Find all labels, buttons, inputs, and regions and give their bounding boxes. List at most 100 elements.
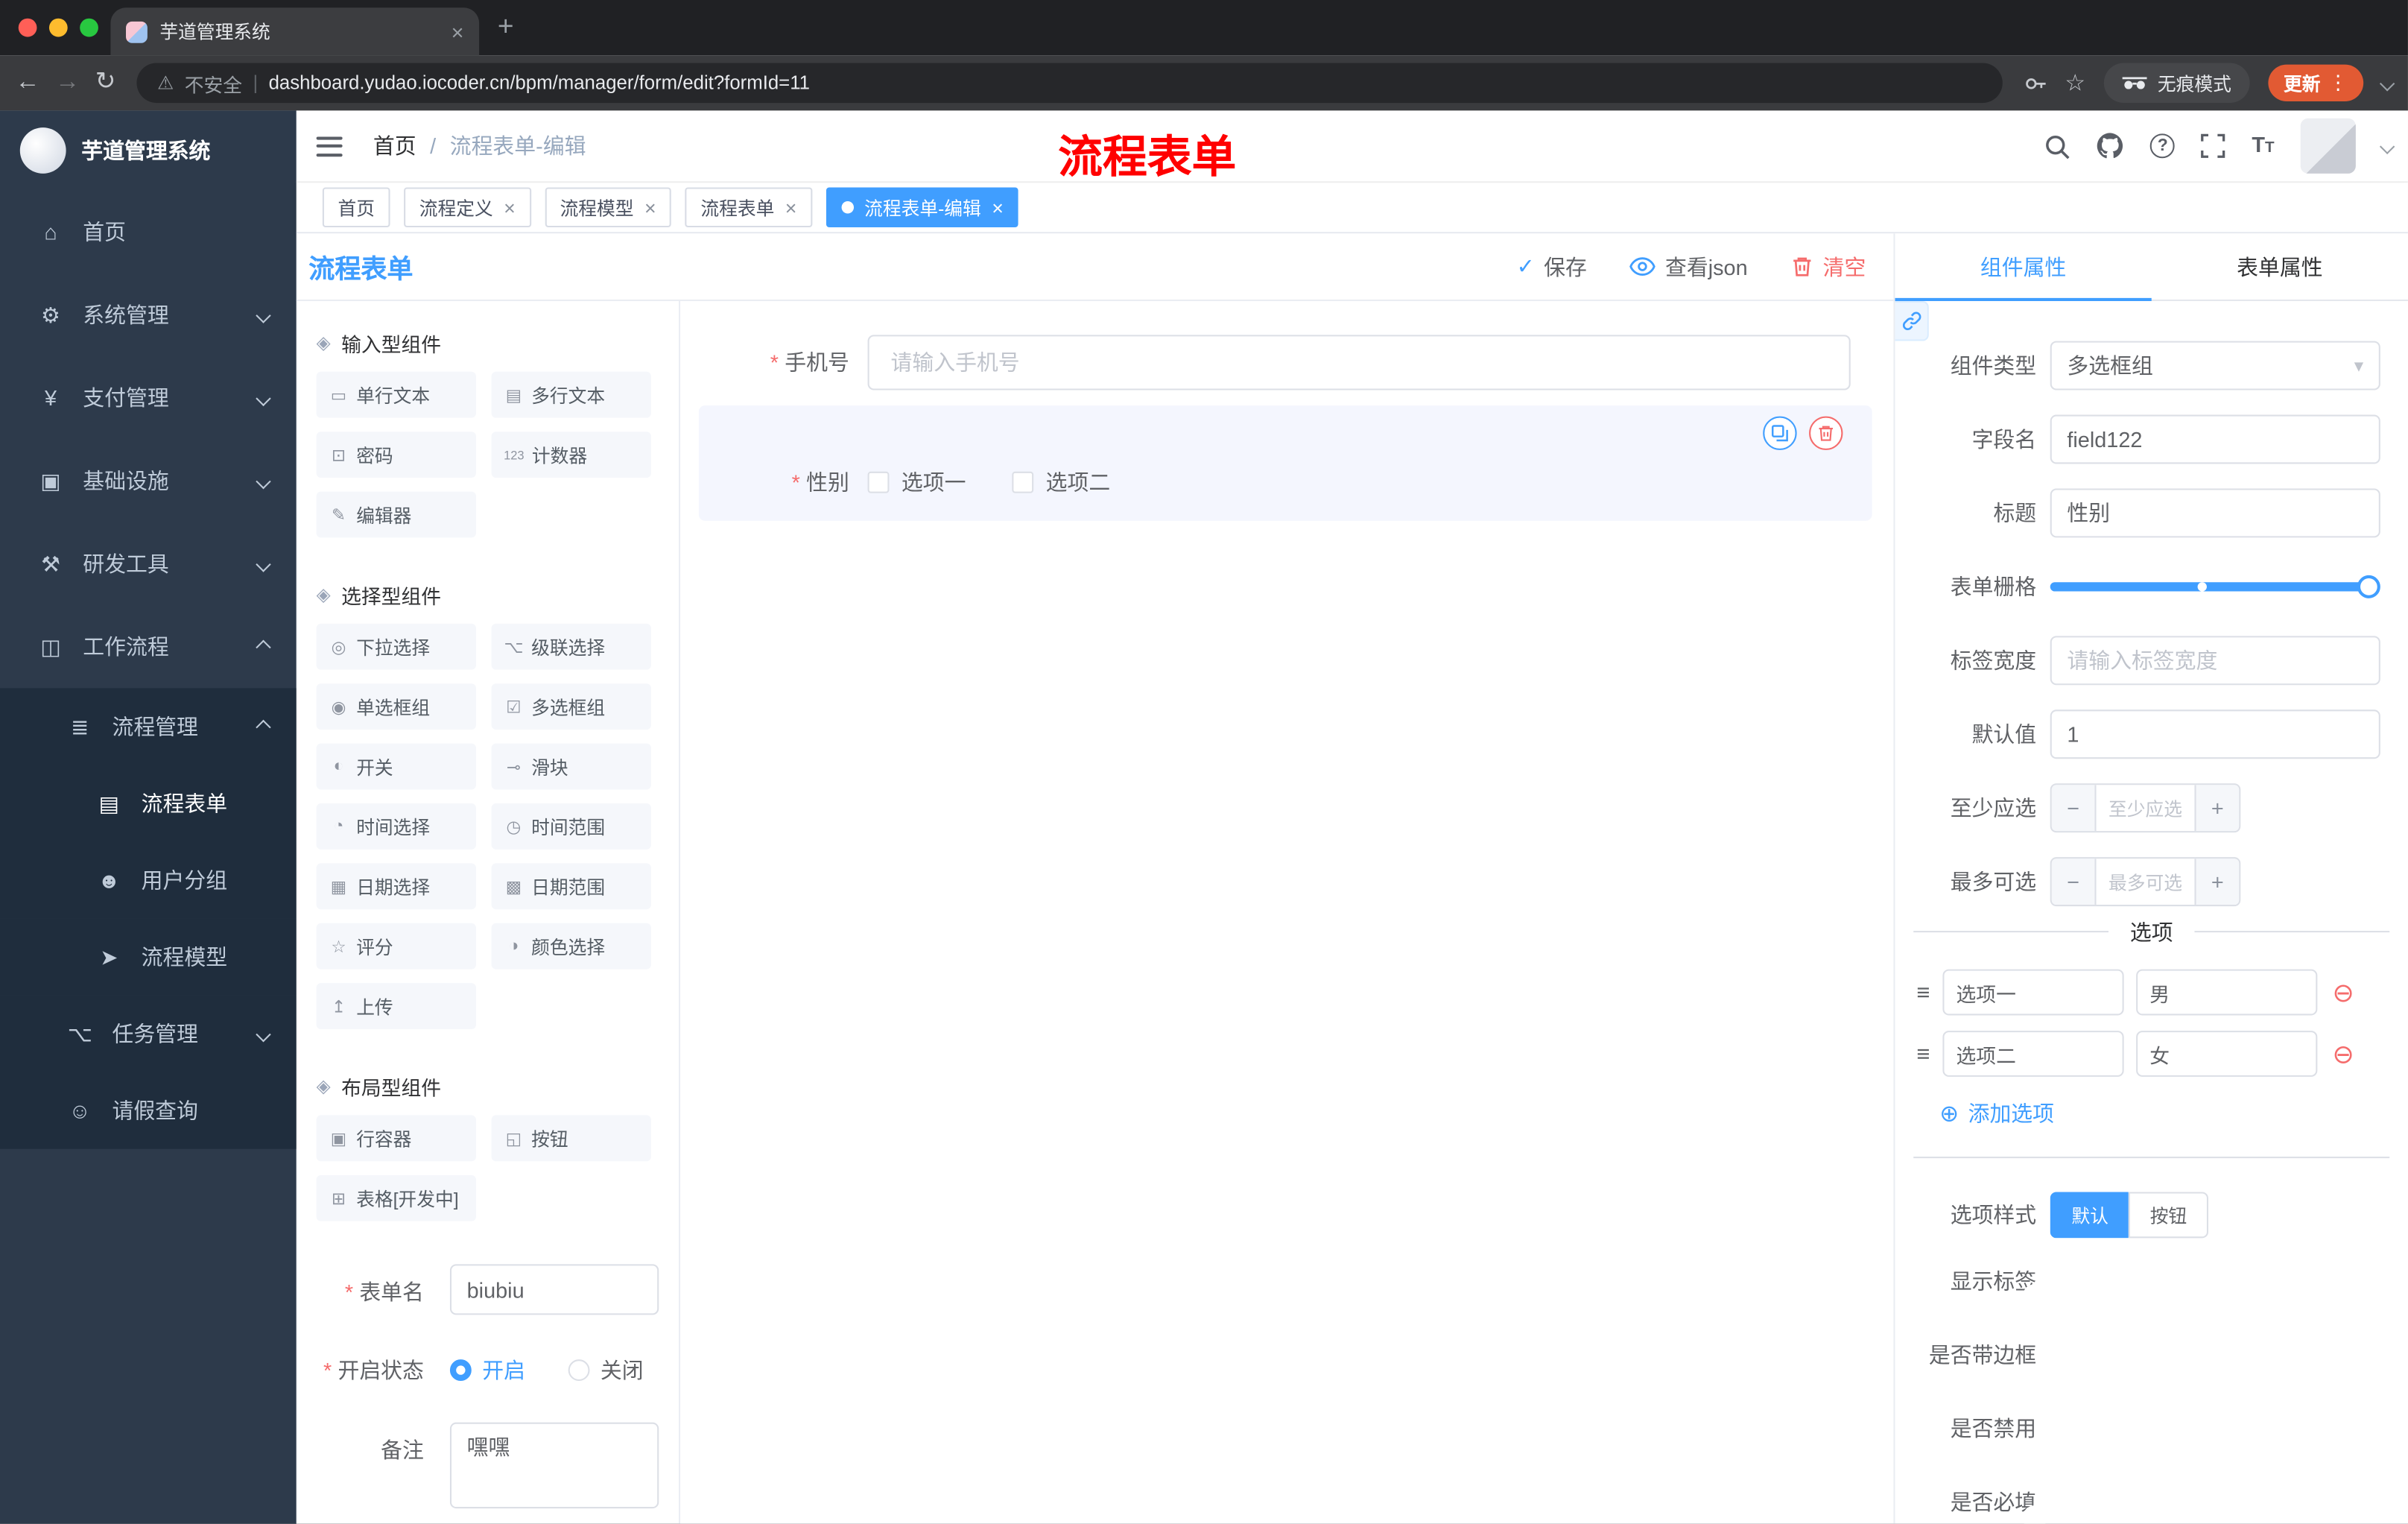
tag-home[interactable]: 首页: [322, 187, 390, 228]
sidebar-item-user-group[interactable]: ☻ 用户分组: [0, 841, 297, 919]
status-off-radio[interactable]: 关闭: [568, 1355, 644, 1385]
phone-field-input[interactable]: [867, 335, 1851, 391]
palette-item-rate[interactable]: ☆ 评分: [316, 923, 476, 970]
update-browser-button[interactable]: 更新 ⋮: [2268, 64, 2364, 102]
slider-track[interactable]: [2050, 575, 2380, 598]
forward-icon[interactable]: →: [55, 70, 80, 95]
sidebar-item-system-management[interactable]: ⚙ 系统管理: [0, 274, 297, 356]
profile-caret-icon[interactable]: [2379, 75, 2395, 91]
tag-process-form-edit[interactable]: 流程表单-编辑 ×: [826, 187, 1019, 228]
default-value-input[interactable]: [2050, 709, 2380, 759]
palette-item-slider[interactable]: ⊸ 滑块: [491, 743, 651, 790]
sidebar-item-leave-query[interactable]: ☺ 请假查询: [0, 1072, 297, 1149]
browser-menu-icon[interactable]: ⋮: [2328, 71, 2348, 95]
title-input[interactable]: [2050, 488, 2380, 538]
palette-item-counter[interactable]: 123 计数器: [491, 431, 651, 478]
user-avatar[interactable]: [2300, 118, 2356, 174]
reload-icon[interactable]: ↻: [95, 70, 116, 95]
style-button-button[interactable]: 按钮: [2128, 1192, 2209, 1239]
form-name-input[interactable]: [449, 1264, 659, 1315]
fullscreen-icon[interactable]: [2201, 133, 2225, 158]
option-label-input[interactable]: [1942, 969, 2124, 1016]
drag-handle-icon[interactable]: ≡: [1916, 1040, 1930, 1066]
palette-item-cascader[interactable]: ⌥ 级联选择: [491, 623, 651, 670]
min-select-value[interactable]: 至少应选: [2097, 785, 2195, 831]
new-tab-button[interactable]: +: [498, 12, 514, 39]
form-remark-textarea[interactable]: 嘿嘿: [449, 1422, 659, 1509]
palette-item-dropdown[interactable]: ◎ 下拉选择: [316, 623, 476, 670]
sidebar-item-task-management[interactable]: ⌥ 任务管理: [0, 995, 297, 1072]
palette-item-upload[interactable]: ↥ 上传: [316, 983, 476, 1030]
option-label-input[interactable]: [1942, 1031, 2124, 1077]
decrease-button[interactable]: −: [2051, 859, 2097, 905]
remove-option-icon[interactable]: ⊖: [2332, 1040, 2354, 1066]
tag-process-model[interactable]: 流程模型 ×: [544, 187, 672, 228]
sidebar-item-dev-tools[interactable]: ⚒ 研发工具: [0, 522, 297, 605]
label-width-input[interactable]: [2050, 636, 2380, 686]
form-grid-slider[interactable]: [2050, 562, 2380, 611]
help-icon[interactable]: ?: [2150, 133, 2176, 159]
sidebar-item-home[interactable]: ⌂ 首页: [0, 191, 297, 274]
sidebar-item-payment-management[interactable]: ¥ 支付管理: [0, 356, 297, 439]
palette-item-time-picker[interactable]: ◔ 时间选择: [316, 803, 476, 850]
gender-option-1[interactable]: 选项一: [867, 467, 966, 498]
tab-close-icon[interactable]: ×: [452, 19, 464, 44]
increase-button[interactable]: +: [2194, 785, 2240, 832]
palette-item-date-picker[interactable]: ▦ 日期选择: [316, 863, 476, 910]
window-close-button[interactable]: [18, 18, 37, 37]
palette-item-row-container[interactable]: ▣ 行容器: [316, 1115, 476, 1162]
palette-item-color-picker[interactable]: ◑ 颜色选择: [491, 923, 651, 970]
tag-process-form[interactable]: 流程表单 ×: [685, 187, 813, 228]
tag-close-icon[interactable]: ×: [992, 196, 1004, 219]
sidebar-item-workflow[interactable]: ◫ 工作流程: [0, 605, 297, 688]
increase-button[interactable]: +: [2194, 859, 2240, 905]
delete-field-button[interactable]: [1809, 416, 1843, 450]
gender-option-2[interactable]: 选项二: [1012, 467, 1110, 498]
palette-item-checkbox-group[interactable]: ☑ 多选框组: [491, 683, 651, 730]
component-type-select[interactable]: 多选框组 ▾: [2050, 341, 2380, 391]
palette-item-switch[interactable]: ◐ 开关: [316, 743, 476, 790]
browser-tab[interactable]: 芋道管理系统 ×: [110, 7, 480, 56]
add-option-button[interactable]: ⊕ 添加选项: [1939, 1098, 2408, 1129]
breadcrumb-home[interactable]: 首页: [373, 130, 416, 161]
tag-process-definition[interactable]: 流程定义 ×: [404, 187, 531, 228]
palette-item-table[interactable]: ⊞ 表格[开发中]: [316, 1174, 476, 1221]
clear-button[interactable]: 清空: [1790, 251, 1866, 282]
palette-item-radio-group[interactable]: ◉ 单选框组: [316, 683, 476, 730]
tag-close-icon[interactable]: ×: [785, 196, 797, 219]
view-json-button[interactable]: 查看json: [1629, 251, 1748, 282]
form-canvas[interactable]: 手机号: [680, 300, 1894, 1524]
canvas-field-phone[interactable]: 手机号: [699, 320, 1872, 405]
address-bar[interactable]: ⚠ 不安全 | dashboard.yudao.iocoder.cn/bpm/m…: [137, 63, 2002, 104]
window-minimize-button[interactable]: [48, 18, 68, 37]
font-size-icon[interactable]: TT: [2252, 132, 2274, 159]
tag-close-icon[interactable]: ×: [644, 196, 656, 219]
back-icon[interactable]: ←: [16, 70, 40, 95]
copy-field-button[interactable]: [1763, 416, 1797, 450]
status-on-radio[interactable]: 开启: [449, 1355, 525, 1385]
checkbox-icon[interactable]: [867, 471, 890, 493]
slider-handle[interactable]: [2357, 575, 2380, 598]
option-value-input[interactable]: [2135, 1031, 2317, 1077]
link-chip-button[interactable]: [1895, 300, 1929, 341]
drag-handle-icon[interactable]: ≡: [1916, 979, 1930, 1005]
sidebar-item-process-form[interactable]: ▤ 流程表单: [0, 765, 297, 842]
tab-form-properties[interactable]: 表单属性: [2152, 233, 2408, 300]
github-icon[interactable]: [2097, 132, 2124, 159]
save-button[interactable]: ✓ 保存: [1517, 251, 1587, 282]
window-zoom-button[interactable]: [80, 18, 98, 37]
palette-item-date-range[interactable]: ▩ 日期范围: [491, 863, 651, 910]
decrease-button[interactable]: −: [2051, 785, 2097, 832]
bookmark-star-icon[interactable]: ☆: [2065, 69, 2085, 97]
option-value-input[interactable]: [2135, 969, 2317, 1016]
password-key-icon[interactable]: [2024, 72, 2047, 95]
sidebar-item-process-model[interactable]: ➤ 流程模型: [0, 918, 297, 996]
canvas-field-gender-selected[interactable]: 性别 选项一 选项二: [698, 405, 1872, 521]
style-default-button[interactable]: 默认: [2050, 1192, 2129, 1239]
remove-option-icon[interactable]: ⊖: [2332, 979, 2354, 1005]
palette-item-single-line-text[interactable]: ▭ 单行文本: [316, 371, 476, 418]
field-name-input[interactable]: [2050, 414, 2380, 464]
max-select-value[interactable]: 最多可选: [2097, 859, 2195, 905]
sidebar-item-process-management[interactable]: ≣ 流程管理: [0, 688, 297, 765]
avatar-caret-icon[interactable]: [2379, 138, 2395, 154]
